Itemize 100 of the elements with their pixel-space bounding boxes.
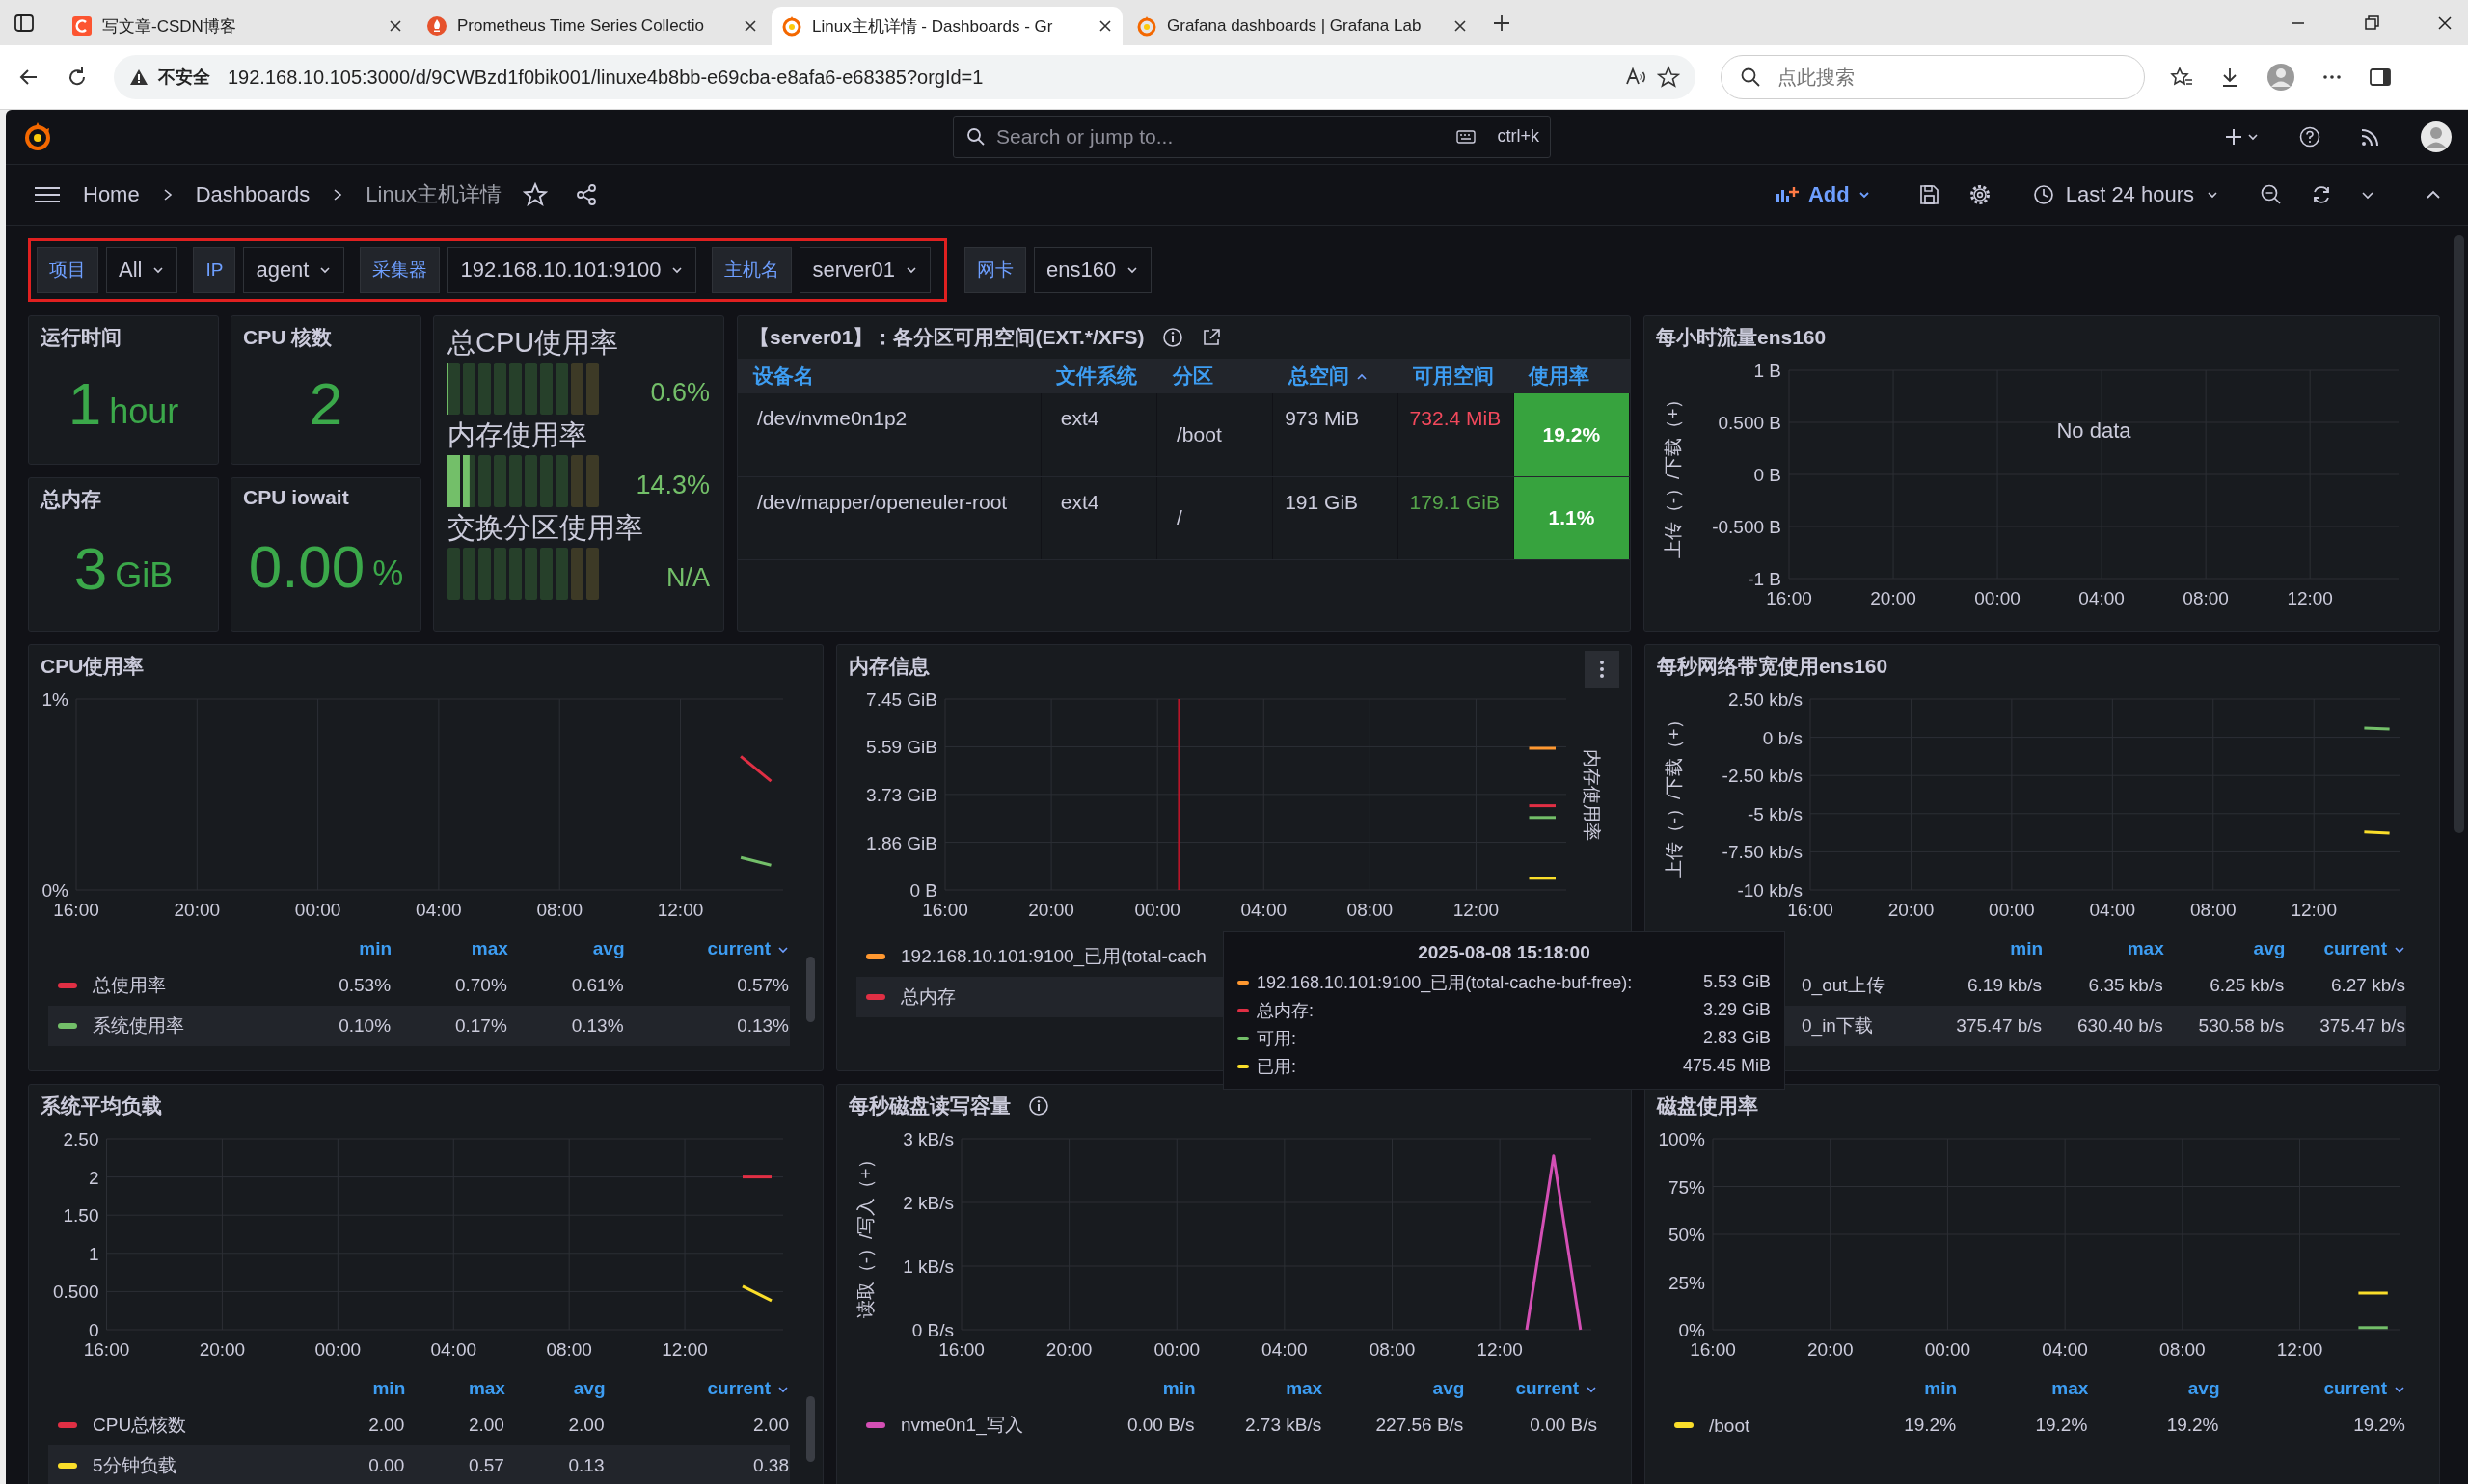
axis-title: 上传（-）/下载（+） [1664, 710, 1684, 879]
column-header[interactable]: 使用率 [1513, 359, 1630, 393]
gauge-segment [540, 548, 553, 600]
zoom-out-icon[interactable] [2260, 183, 2283, 206]
browser-tab[interactable]: Grafana dashboards | Grafana Lab [1126, 7, 1478, 45]
legend-label[interactable]: 总内存 [901, 986, 956, 1007]
column-header[interactable]: max [392, 936, 508, 965]
column-header[interactable]: max [2043, 936, 2164, 965]
axis-label: 7.45 GiB [866, 689, 937, 710]
avatar-icon[interactable] [2420, 121, 2453, 153]
restore-icon[interactable] [2362, 13, 2381, 33]
panel-menu-button[interactable] [1585, 651, 1619, 688]
column-header[interactable]: max [1195, 1376, 1323, 1405]
legend-label[interactable]: 5分钟负载 [93, 1455, 176, 1475]
scrollbar[interactable] [806, 957, 815, 1022]
browser-tab[interactable]: Linux主机详情 - Dashboards - Gr [772, 7, 1123, 45]
scrollbar[interactable] [2454, 235, 2464, 833]
column-header[interactable]: min [1921, 936, 2044, 965]
browser-tab[interactable]: 写文章-CSDN博客 [62, 7, 413, 45]
close-icon[interactable] [743, 18, 758, 34]
column-header[interactable]: current [624, 936, 790, 965]
gauge-segment [571, 363, 583, 415]
legend-label[interactable]: /boot [1709, 1415, 1750, 1436]
axis-label: 20:00 [1806, 1339, 1854, 1360]
column-header[interactable]: current [2219, 1376, 2406, 1405]
variable-dropdown[interactable]: 192.168.10.101:9100 [447, 247, 697, 293]
address-bar[interactable]: 不安全 192.168.10.105:3000/d/9CWBzd1f0bik001/linuxe4b8bb-e69cba-e8afa6-e68385?orgId=1 [114, 55, 1695, 99]
axis-label: 08:00 [2183, 588, 2229, 608]
gauge-segment [540, 363, 553, 415]
info-icon[interactable] [1028, 1095, 1049, 1117]
axis-label: 20:00 [1045, 1339, 1093, 1360]
no-data-message: No data [2056, 418, 2131, 443]
legend-value: 0.00 B/s [1529, 1414, 1598, 1437]
column-header[interactable]: avg [1322, 1376, 1465, 1405]
axis-label: 12:00 [2287, 588, 2333, 608]
column-header[interactable]: current [1464, 1376, 1598, 1405]
axis-label: 0 b/s [1762, 727, 1803, 748]
column-header[interactable]: avg [2088, 1376, 2220, 1405]
column-header[interactable]: max [1957, 1376, 2089, 1405]
column-header[interactable]: 分区 [1156, 359, 1273, 393]
chart-line [742, 1284, 773, 1303]
sidebar-icon[interactable] [2369, 66, 2392, 89]
column-header[interactable]: min [275, 936, 393, 965]
add-button[interactable]: Add [1767, 178, 1879, 211]
gauge-title: 总CPU使用率 [447, 326, 620, 360]
breadcrumb-link[interactable]: Linux主机详情 [366, 180, 502, 209]
panel-title: 每秒网络带宽使用ens160 [1657, 654, 1888, 679]
share-icon[interactable] [574, 183, 598, 206]
column-header[interactable]: max [405, 1376, 505, 1405]
variable-dropdown[interactable]: agent [243, 247, 345, 293]
column-header[interactable]: 设备名 [738, 359, 1042, 393]
chart-line [2358, 1326, 2388, 1330]
column-header[interactable]: avg [2163, 936, 2286, 965]
scrollbar[interactable] [806, 1396, 815, 1462]
column-header[interactable]: 可用空间 [1397, 359, 1514, 393]
legend-label[interactable]: 192.168.10.101:9100_已用(total-cach [901, 946, 1207, 966]
column-header[interactable]: 总空间 [1272, 359, 1398, 393]
axis-label: 00:00 [1924, 1339, 1971, 1360]
breadcrumb-link[interactable]: Home [83, 182, 140, 207]
time-range-picker[interactable]: Last 24 hours [2026, 181, 2225, 208]
help-icon[interactable] [2298, 125, 2321, 148]
axis-label: -1 B [1748, 569, 1781, 589]
plus-icon[interactable] [2225, 126, 2260, 148]
star-icon[interactable] [1657, 66, 1680, 89]
column-header[interactable]: min [305, 1376, 406, 1405]
sidebar-icon[interactable] [14, 12, 35, 34]
close-icon[interactable] [1452, 18, 1468, 34]
table-cell: /dev/nvme0n1p2 [738, 393, 1042, 476]
axis-label: 00:00 [294, 900, 341, 920]
column-header[interactable]: current [605, 1376, 790, 1405]
legend-label[interactable]: 总使用率 [93, 975, 166, 995]
column-header[interactable]: 文件系统 [1041, 359, 1157, 393]
axis-label: 20:00 [1887, 900, 1935, 920]
breadcrumb-link[interactable]: Dashboards [195, 182, 311, 207]
axis-label: 2.50 kb/s [1727, 689, 1803, 710]
axis-label: 12:00 [2276, 1339, 2323, 1360]
tooltip-label: 总内存: [1257, 999, 1315, 1022]
rss-icon[interactable] [2360, 126, 2381, 148]
column-header[interactable]: avg [504, 1376, 606, 1405]
legend-label[interactable]: nvme0n1_写入 [901, 1415, 1023, 1435]
legend-label[interactable]: CPU总核数 [93, 1415, 187, 1435]
warning-icon[interactable] [129, 67, 149, 87]
close-icon[interactable] [1098, 18, 1113, 34]
variable-dropdown[interactable]: All [106, 247, 178, 293]
security-label[interactable]: 不安全 [158, 66, 210, 89]
column-header[interactable]: min [1080, 1376, 1196, 1405]
axis-label: 1% [41, 689, 68, 710]
axis-label: 12:00 [662, 1339, 708, 1360]
column-header[interactable]: current [2285, 936, 2406, 965]
variable-dropdown[interactable]: server01 [800, 247, 932, 293]
variable-dropdown[interactable]: ens160 [1034, 247, 1153, 293]
close-icon[interactable] [388, 18, 403, 34]
column-header[interactable]: avg [507, 936, 625, 965]
info-icon[interactable] [1161, 327, 1183, 348]
column-header[interactable]: min [1825, 1376, 1958, 1405]
table-cell: 732.4 MiB [1397, 393, 1514, 476]
axis-label: 12:00 [1477, 1339, 1523, 1360]
axis-label: 08:00 [1346, 900, 1394, 920]
browser-tab[interactable]: Prometheus Time Series Collectio [417, 7, 768, 45]
panel-title: 运行时间 [41, 325, 122, 350]
